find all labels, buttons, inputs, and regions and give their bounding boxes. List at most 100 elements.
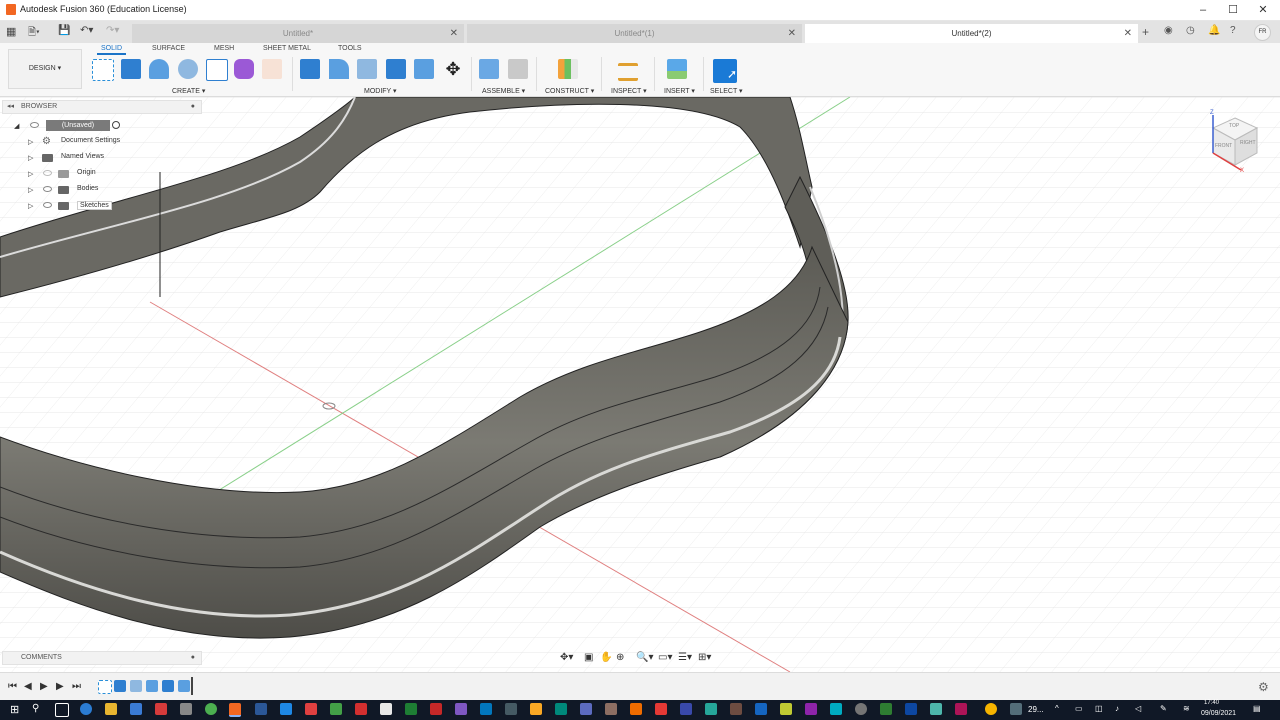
taskbar-app-icon[interactable]: [480, 703, 492, 715]
comments-panel[interactable]: COMMENTS ●: [2, 651, 202, 665]
taskbar-app-icon[interactable]: [680, 703, 692, 715]
expand-icon[interactable]: ◢: [14, 122, 19, 130]
clock-time[interactable]: 17:40: [1204, 700, 1219, 706]
visibility-icon[interactable]: [43, 170, 52, 176]
viewports-icon[interactable]: ⊞▾: [698, 652, 711, 663]
derive-icon[interactable]: [262, 59, 282, 79]
tab-solid[interactable]: SOLID: [96, 45, 127, 55]
network-icon[interactable]: ◫: [1095, 704, 1103, 713]
taskbar-app-icon[interactable]: [580, 703, 592, 715]
taskbar-app-icon[interactable]: [330, 703, 342, 715]
create-form-icon[interactable]: [234, 59, 254, 79]
pen-icon[interactable]: ✎: [1160, 704, 1167, 713]
expand-icon[interactable]: ▷: [28, 186, 33, 194]
maximize-button[interactable]: ☐: [1218, 2, 1248, 18]
taskbar-app-icon[interactable]: [180, 703, 192, 715]
chrome-icon[interactable]: [205, 703, 217, 715]
taskbar-app-icon[interactable]: [955, 703, 967, 715]
taskbar-app-icon[interactable]: [505, 703, 517, 715]
volume-icon[interactable]: ◁: [1135, 704, 1141, 713]
revolve-icon[interactable]: [149, 59, 169, 79]
pattern-icon[interactable]: [206, 59, 228, 81]
save-icon[interactable]: 💾: [58, 25, 70, 36]
browser-item-bodies[interactable]: ▷ Bodies: [2, 183, 202, 197]
visibility-icon[interactable]: [30, 122, 39, 128]
workspace-switcher-button[interactable]: DESIGN ▾: [8, 49, 82, 89]
wifi-icon[interactable]: ≋: [1183, 704, 1190, 713]
go-to-end-icon[interactable]: ⏭: [72, 681, 81, 692]
new-tab-icon[interactable]: +: [1142, 25, 1149, 39]
inspect-group-label[interactable]: INSPECT ▾: [611, 87, 647, 95]
pin-icon[interactable]: ●: [191, 101, 195, 113]
close-button[interactable]: ✕: [1248, 2, 1278, 18]
construct-group-label[interactable]: CONSTRUCT ▾: [545, 87, 594, 95]
taskbar-app-icon[interactable]: [655, 703, 667, 715]
orbit-icon[interactable]: ✥▾: [560, 652, 573, 663]
taskbar-app-icon[interactable]: [430, 703, 442, 715]
visibility-icon[interactable]: [43, 202, 52, 208]
expand-icon[interactable]: ▷: [28, 170, 33, 178]
tab-untitled-1[interactable]: Untitled*(1) ✕: [467, 24, 802, 43]
expand-icon[interactable]: ▷: [28, 154, 33, 162]
job-status-icon[interactable]: ◷: [1186, 25, 1195, 36]
taskbar-app-icon[interactable]: [380, 703, 392, 715]
create-group-label[interactable]: CREATE ▾: [172, 87, 205, 95]
fit-icon[interactable]: 🔍▾: [636, 652, 653, 663]
timeline-fillet-feature[interactable]: [130, 680, 142, 692]
viewcube[interactable]: TOP FRONT RIGHT Z X: [1205, 110, 1265, 180]
combine-icon[interactable]: [414, 59, 434, 79]
taskbar-app-icon[interactable]: [855, 703, 867, 715]
tab-close-icon[interactable]: ✕: [788, 24, 796, 43]
taskbar-app-icon[interactable]: [605, 703, 617, 715]
taskbar-app-icon[interactable]: [930, 703, 942, 715]
visibility-icon[interactable]: [43, 186, 52, 192]
taskbar-app-icon[interactable]: [705, 703, 717, 715]
step-back-icon[interactable]: ◀: [24, 681, 32, 692]
browser-header[interactable]: ◂◂ BROWSER ●: [2, 100, 202, 114]
minimize-button[interactable]: –: [1188, 2, 1218, 18]
edge-icon[interactable]: [80, 703, 92, 715]
browser-item-named-views[interactable]: ▷ Named Views: [2, 151, 202, 165]
select-icon[interactable]: ➚: [713, 59, 737, 83]
browser-root-item[interactable]: ◢ (Unsaved): [2, 119, 202, 133]
move-icon[interactable]: ✥: [443, 59, 463, 79]
excel-icon[interactable]: [405, 703, 417, 715]
undo-icon[interactable]: ↶▾: [80, 25, 93, 36]
taskbar-app-icon[interactable]: [780, 703, 792, 715]
browser-item-document-settings[interactable]: ▷ ⚙ Document Settings: [2, 135, 202, 149]
taskbar-app-icon[interactable]: [555, 703, 567, 715]
timeline-extrude-feature[interactable]: [114, 680, 126, 692]
tab-close-icon[interactable]: ✕: [450, 24, 458, 43]
taskbar-app-icon[interactable]: [905, 703, 917, 715]
taskbar-app-icon[interactable]: [1010, 703, 1022, 715]
shell-icon[interactable]: [386, 59, 406, 79]
tray-icon[interactable]: ▭: [1075, 704, 1083, 713]
timeline-marker[interactable]: [191, 677, 193, 695]
taskbar-app-icon[interactable]: [455, 703, 467, 715]
taskbar-app-icon[interactable]: [280, 703, 292, 715]
taskbar-app-icon[interactable]: [130, 703, 142, 715]
taskbar-app-icon[interactable]: [755, 703, 767, 715]
taskbar-app-icon[interactable]: [880, 703, 892, 715]
user-avatar[interactable]: FR: [1254, 24, 1271, 41]
tab-tools[interactable]: TOOLS: [338, 45, 362, 52]
fusion-taskbar-icon[interactable]: [229, 703, 241, 717]
extensions-icon[interactable]: ◉: [1164, 25, 1173, 36]
task-view-icon[interactable]: [55, 703, 69, 717]
select-group-label[interactable]: SELECT ▾: [710, 87, 743, 95]
pan-icon[interactable]: ✋: [600, 652, 612, 663]
browser-item-origin[interactable]: ▷ Origin: [2, 167, 202, 181]
search-icon[interactable]: ⚲: [32, 703, 39, 714]
grid-settings-icon[interactable]: ☰▾: [678, 652, 692, 663]
activate-radio-icon[interactable]: [112, 121, 120, 129]
redo-icon[interactable]: ↷▾: [106, 25, 119, 36]
create-sketch-icon[interactable]: [92, 59, 114, 81]
taskbar-app-icon[interactable]: [305, 703, 317, 715]
clock-date[interactable]: 09/09/2021: [1201, 710, 1236, 717]
insert-image-icon[interactable]: [667, 59, 687, 79]
display-settings-icon[interactable]: ▭▾: [658, 652, 672, 663]
expand-icon[interactable]: ▷: [28, 138, 33, 146]
go-to-start-icon[interactable]: ⏮: [8, 681, 17, 692]
assemble-group-label[interactable]: ASSEMBLE ▾: [482, 87, 525, 95]
app-grid-icon[interactable]: ▦: [6, 25, 16, 38]
